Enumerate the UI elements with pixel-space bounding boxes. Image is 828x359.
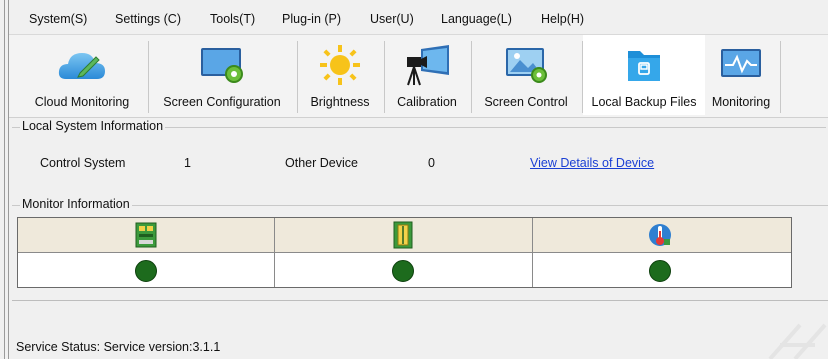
monitoring-button[interactable]: Monitoring <box>705 35 777 115</box>
watermark-graphic <box>768 323 827 359</box>
monitor-table <box>17 217 792 288</box>
screen-gear-icon <box>201 48 243 83</box>
column-divider <box>274 218 275 287</box>
status-dot-module <box>392 260 414 282</box>
temperature-icon <box>649 224 671 246</box>
status-dot-receiving-card <box>135 260 157 282</box>
menu-plugin[interactable]: Plug-in (P) <box>282 12 341 26</box>
service-status: Service Status: Service version:3.1.1 <box>16 340 220 354</box>
monitor-info-title: Monitor Information <box>20 197 132 211</box>
cloud-icon <box>58 53 105 79</box>
picture-gear-icon <box>506 48 547 83</box>
toolbar-separator <box>780 41 781 113</box>
service-status-label: Service Status: <box>16 340 101 354</box>
monitor-info-group: Monitor Information <box>12 197 828 211</box>
sun-icon <box>320 45 360 85</box>
menu-settings[interactable]: Settings (C) <box>115 12 181 26</box>
screen-control-label: Screen Control <box>484 95 568 109</box>
window-left-border <box>0 0 9 359</box>
cloud-monitoring-button[interactable]: Cloud Monitoring <box>17 35 147 115</box>
view-details-link[interactable]: View Details of Device <box>530 156 654 170</box>
folder-icon <box>628 51 660 81</box>
menu-bar: System(S) Settings (C) Tools(T) Plug-in … <box>9 0 828 35</box>
local-backup-files-label: Local Backup Files <box>591 95 697 109</box>
camera-screen-icon <box>407 45 449 86</box>
cloud-monitoring-label: Cloud Monitoring <box>34 95 130 109</box>
screen-configuration-label: Screen Configuration <box>163 95 281 109</box>
menu-system[interactable]: System(S) <box>29 12 87 26</box>
calibration-button[interactable]: Calibration <box>385 35 469 115</box>
status-dot-temperature <box>649 260 671 282</box>
screen-control-button[interactable]: Screen Control <box>472 35 580 115</box>
toolbar: Cloud Monitoring Screen Configuration Br… <box>9 35 828 118</box>
local-system-info-title: Local System Information <box>20 119 166 133</box>
service-version: Service version:3.1.1 <box>103 340 221 354</box>
monitoring-label: Monitoring <box>711 95 771 109</box>
module-icon <box>393 221 413 249</box>
menu-help[interactable]: Help(H) <box>541 12 584 26</box>
column-divider <box>532 218 533 287</box>
pulse-screen-icon <box>721 49 761 77</box>
calibration-label: Calibration <box>397 95 457 109</box>
receiving-card-icon <box>135 222 157 248</box>
control-system-value: 1 <box>184 156 191 170</box>
other-device-label: Other Device <box>285 156 358 170</box>
screen-configuration-button[interactable]: Screen Configuration <box>149 35 295 115</box>
other-device-value: 0 <box>428 156 435 170</box>
brightness-label: Brightness <box>310 95 370 109</box>
control-system-label: Control System <box>40 156 126 170</box>
panel-divider <box>12 300 828 301</box>
local-backup-files-button[interactable]: Local Backup Files <box>583 35 705 115</box>
local-system-info-group: Local System Information <box>12 119 826 194</box>
menu-user[interactable]: User(U) <box>370 12 414 26</box>
menu-language[interactable]: Language(L) <box>441 12 512 26</box>
main-window: System(S) Settings (C) Tools(T) Plug-in … <box>0 0 828 359</box>
menu-tools[interactable]: Tools(T) <box>210 12 255 26</box>
brightness-button[interactable]: Brightness <box>298 35 382 115</box>
